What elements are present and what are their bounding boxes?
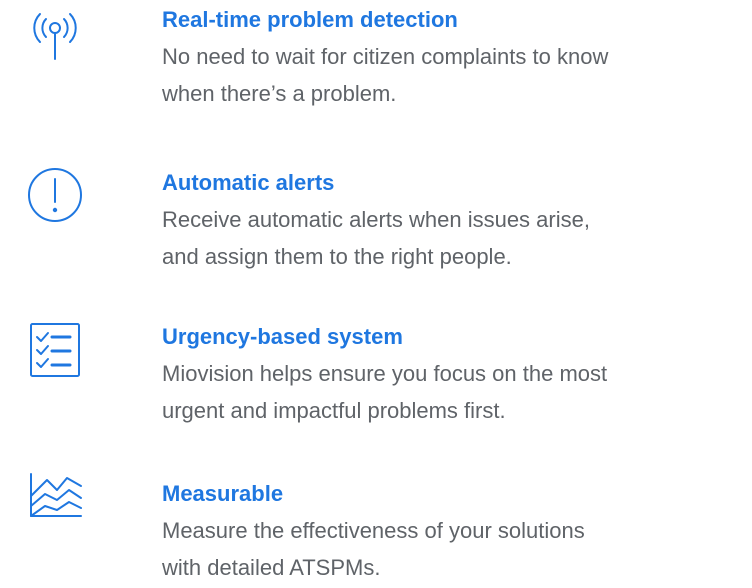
feature-description: Measure the effectiveness of your soluti… xyxy=(162,518,585,580)
feature-item-measurable: Measurable Measure the effectiveness of … xyxy=(0,468,752,588)
feature-text: Urgency-based system Miovision helps ens… xyxy=(162,324,752,429)
feature-description: Receive automatic alerts when issues ari… xyxy=(162,207,590,269)
feature-item-urgency-system: Urgency-based system Miovision helps ens… xyxy=(0,314,752,444)
broadcast-antenna-icon xyxy=(18,7,92,81)
area-chart-icon xyxy=(18,466,92,540)
checklist-icon xyxy=(18,320,92,394)
feature-title: Real-time problem detection xyxy=(162,7,458,32)
alert-exclamation-icon xyxy=(18,164,92,238)
feature-item-automatic-alerts: Automatic alerts Receive automatic alert… xyxy=(0,164,752,294)
feature-text: Measurable Measure the effectiveness of … xyxy=(162,481,752,586)
feature-title: Automatic alerts xyxy=(162,170,335,195)
feature-text: Automatic alerts Receive automatic alert… xyxy=(162,170,752,275)
feature-description: No need to wait for citizen complaints t… xyxy=(162,44,609,106)
feature-description: Miovision helps ensure you focus on the … xyxy=(162,361,608,423)
feature-item-realtime-detection: Real-time problem detection No need to w… xyxy=(0,7,752,137)
feature-title: Urgency-based system xyxy=(162,324,403,349)
feature-title: Measurable xyxy=(162,481,284,506)
feature-text: Real-time problem detection No need to w… xyxy=(162,7,752,112)
